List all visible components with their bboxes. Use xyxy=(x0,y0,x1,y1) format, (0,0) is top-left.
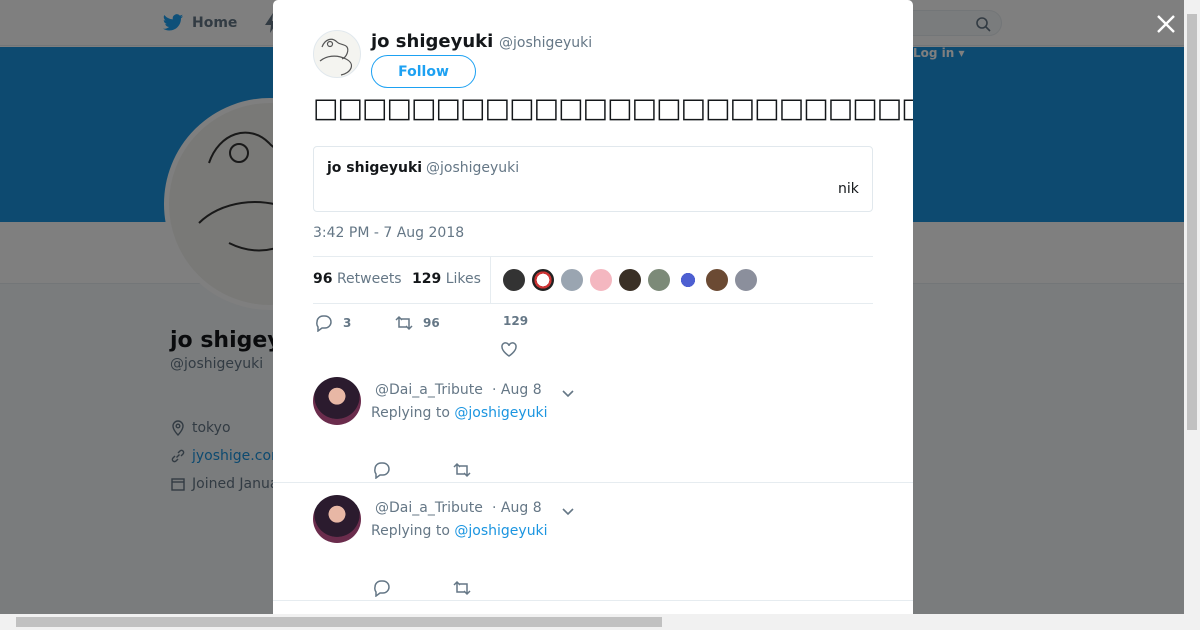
reply-username[interactable]: @Dai_a_Tribute xyxy=(375,382,483,398)
chevron-down-icon[interactable] xyxy=(561,386,575,400)
liker-avatar[interactable] xyxy=(676,268,700,292)
replying-to-link[interactable]: @joshigeyuki xyxy=(454,405,547,421)
follow-button[interactable]: Follow xyxy=(371,55,476,88)
stats-divider xyxy=(490,257,491,304)
tweet-author-handle[interactable]: @joshigeyuki xyxy=(499,35,592,51)
frog-drawing-icon xyxy=(319,38,353,76)
retweet-icon[interactable] xyxy=(453,579,471,597)
tweet-author-avatar[interactable] xyxy=(313,30,361,78)
replying-to-link[interactable]: @joshigeyuki xyxy=(454,523,547,539)
retweets-stat[interactable]: 96 Retweets xyxy=(313,271,402,287)
likes-stat[interactable]: 129 Likes xyxy=(412,271,481,287)
reply-icon[interactable] xyxy=(373,579,391,597)
reply-action[interactable]: 3 xyxy=(315,314,351,332)
quoted-tweet-handle: @joshigeyuki xyxy=(426,160,520,176)
replying-to: Replying to @joshigeyuki xyxy=(371,405,548,421)
vertical-scrollbar-thumb[interactable] xyxy=(1187,14,1197,430)
replying-to: Replying to @joshigeyuki xyxy=(371,523,548,539)
reply-username[interactable]: @Dai_a_Tribute xyxy=(375,500,483,516)
quoted-tweet-text: nik xyxy=(838,181,859,197)
chevron-down-icon[interactable] xyxy=(561,504,575,518)
liker-avatar[interactable] xyxy=(705,268,729,292)
retweet-icon xyxy=(395,315,413,331)
liker-avatar[interactable] xyxy=(734,268,758,292)
vertical-scrollbar[interactable] xyxy=(1184,0,1200,614)
reply-date[interactable]: · Aug 8 xyxy=(492,500,542,516)
quoted-tweet-name: jo shigeyuki xyxy=(327,160,423,176)
tweet-modal: jo shigeyuki @joshigeyuki Follow □□□□□□□… xyxy=(273,0,913,614)
horizontal-scrollbar-thumb[interactable] xyxy=(16,617,662,627)
reply-count: 3 xyxy=(343,316,352,330)
reply-avatar[interactable] xyxy=(313,377,361,425)
liker-avatar[interactable] xyxy=(647,268,671,292)
horizontal-scrollbar[interactable] xyxy=(0,614,1200,630)
reply-icon[interactable] xyxy=(373,461,391,479)
reply-item[interactable]: @Dai_a_Tribute · Aug 8 Replying to @josh… xyxy=(273,483,913,601)
retweet-icon[interactable] xyxy=(453,461,471,479)
likes-count: 129 xyxy=(412,271,442,287)
retweets-label: Retweets xyxy=(336,271,402,287)
quoted-tweet[interactable]: jo shigeyuki @joshigeyuki nik xyxy=(313,146,873,212)
reply-item[interactable]: @Dai_a_Tribute · Aug 8 Replying to @josh… xyxy=(273,365,913,483)
close-icon xyxy=(1157,15,1175,33)
close-button[interactable] xyxy=(1154,12,1178,36)
like-action[interactable]: 129 xyxy=(503,314,528,328)
reply-date[interactable]: · Aug 8 xyxy=(492,382,542,398)
liker-avatar[interactable] xyxy=(589,268,613,292)
retweet-action[interactable]: 96 xyxy=(395,314,440,332)
reply-icon xyxy=(316,315,332,332)
heart-icon[interactable] xyxy=(500,340,518,358)
tweet-stats: 96 Retweets 129 Likes xyxy=(313,256,873,304)
reply-avatar[interactable] xyxy=(313,495,361,543)
liker-avatar[interactable] xyxy=(531,268,555,292)
liker-avatar[interactable] xyxy=(502,268,526,292)
likers-avatars xyxy=(502,268,758,292)
retweet-count: 96 xyxy=(423,316,440,330)
tweet-author-name[interactable]: jo shigeyuki xyxy=(371,31,493,52)
tweet-text: □□□□□□□□□□□□□□□□□□□□□□□□□□□□□□□□□□□□□□□□… xyxy=(313,93,913,124)
tweet-actions: 3 96 129 xyxy=(313,314,873,354)
replying-to-prefix: Replying to xyxy=(371,405,450,421)
retweets-count: 96 xyxy=(313,271,333,287)
tweet-timestamp[interactable]: 3:42 PM - 7 Aug 2018 xyxy=(313,225,464,241)
like-count: 129 xyxy=(503,314,529,328)
likes-label: Likes xyxy=(445,271,481,287)
liker-avatar[interactable] xyxy=(618,268,642,292)
replying-to-prefix: Replying to xyxy=(371,523,450,539)
liker-avatar[interactable] xyxy=(560,268,584,292)
